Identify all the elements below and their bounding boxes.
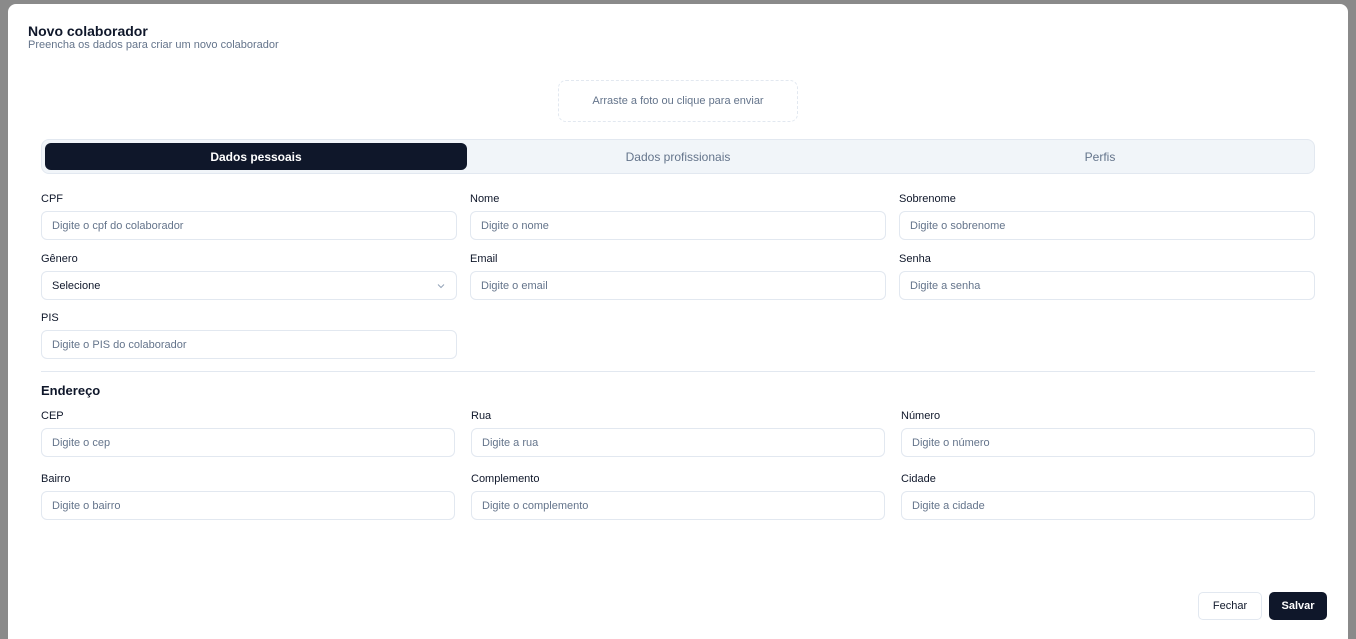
tab-perfis[interactable]: Perfis: [889, 143, 1311, 170]
genero-label: Gênero: [41, 253, 78, 265]
cidade-input[interactable]: [901, 491, 1315, 520]
pis-field: PIS: [41, 311, 457, 359]
cpf-input[interactable]: [41, 211, 457, 240]
cep-input[interactable]: [41, 428, 455, 457]
cpf-field: CPF: [41, 192, 457, 240]
tab-dados-profissionais[interactable]: Dados profissionais: [467, 143, 889, 170]
sobrenome-field: Sobrenome: [899, 192, 1315, 240]
sobrenome-label: Sobrenome: [899, 193, 956, 205]
nome-field: Nome: [470, 192, 886, 240]
rua-input[interactable]: [471, 428, 885, 457]
rua-field: Rua: [471, 409, 885, 457]
nome-input[interactable]: [470, 211, 886, 240]
numero-field: Número: [901, 409, 1315, 457]
section-divider: [41, 371, 1315, 372]
bairro-label: Bairro: [41, 473, 71, 485]
cep-field: CEP: [41, 409, 455, 457]
new-employee-dialog: Novo colaborador Preencha os dados para …: [8, 4, 1348, 639]
bairro-field: Bairro: [41, 472, 455, 520]
sobrenome-input[interactable]: [899, 211, 1315, 240]
senha-field: Senha: [899, 252, 1315, 300]
dialog-title: Novo colaborador: [28, 23, 148, 39]
save-button[interactable]: Salvar: [1269, 592, 1327, 620]
complemento-input[interactable]: [471, 491, 885, 520]
chevron-down-icon: [437, 283, 445, 288]
numero-input[interactable]: [901, 428, 1315, 457]
photo-dropzone[interactable]: Arraste a foto ou clique para enviar: [558, 80, 798, 122]
bairro-input[interactable]: [41, 491, 455, 520]
numero-label: Número: [901, 410, 941, 422]
genero-field: Gênero Selecione: [41, 252, 457, 300]
cidade-label: Cidade: [901, 473, 936, 485]
genero-selected-value: Selecione: [52, 279, 101, 292]
cpf-label: CPF: [41, 193, 63, 205]
email-input[interactable]: [470, 271, 886, 300]
tab-list: Dados pessoais Dados profissionais Perfi…: [41, 139, 1315, 174]
cidade-field: Cidade: [901, 472, 1315, 520]
rua-label: Rua: [471, 410, 492, 422]
complemento-label: Complemento: [471, 473, 540, 485]
pis-label: PIS: [41, 312, 59, 324]
dialog-subtitle: Preencha os dados para criar um novo col…: [28, 39, 279, 51]
email-label: Email: [470, 253, 498, 265]
pis-input[interactable]: [41, 330, 457, 359]
genero-select[interactable]: Selecione: [41, 271, 457, 300]
cep-label: CEP: [41, 410, 64, 422]
close-button[interactable]: Fechar: [1198, 592, 1262, 620]
senha-input[interactable]: [899, 271, 1315, 300]
address-section-title: Endereço: [41, 383, 101, 398]
tab-dados-pessoais[interactable]: Dados pessoais: [45, 143, 467, 170]
senha-label: Senha: [899, 253, 931, 265]
nome-label: Nome: [470, 193, 500, 205]
email-field: Email: [470, 252, 886, 300]
complemento-field: Complemento: [471, 472, 885, 520]
